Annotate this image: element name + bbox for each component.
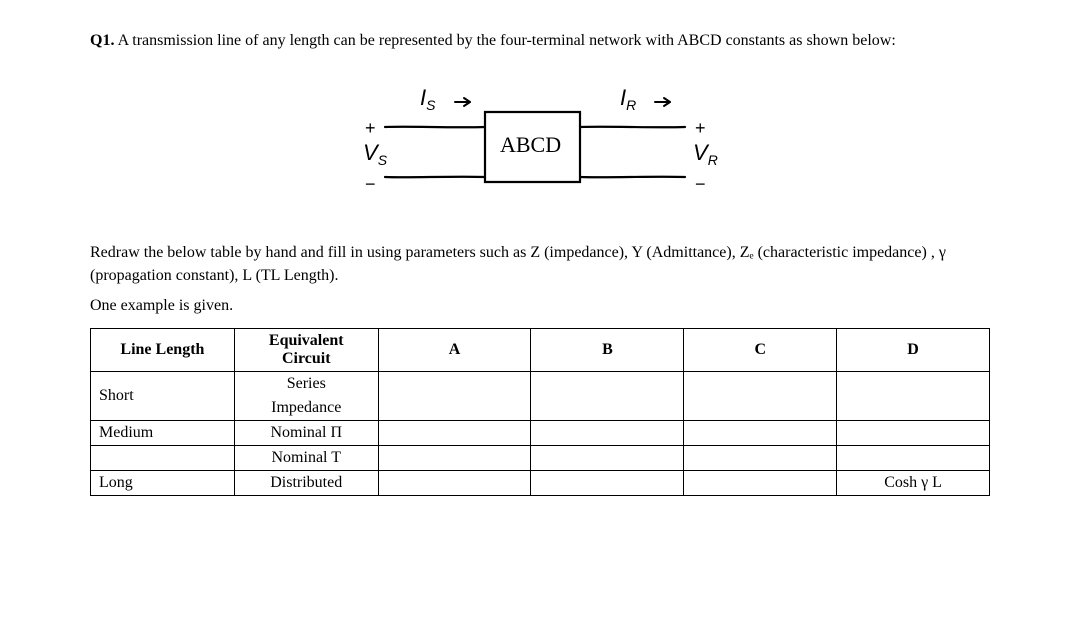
cell-circuit-series1: Series [234, 371, 378, 396]
cell-a-0 [378, 371, 531, 420]
vr-label-sub: R [708, 152, 718, 168]
question-prompt: Q1. A transmission line of any length ca… [90, 30, 990, 52]
cell-b-0 [531, 371, 684, 420]
instruction-p2: One example is given. [90, 295, 990, 317]
col-b: B [531, 328, 684, 371]
abcd-table: Line Length Equivalent Circuit A B C D S… [90, 328, 990, 496]
cell-a-2 [378, 445, 531, 470]
svg-text:IR: IR [620, 85, 636, 113]
cell-d-3: Cosh γ L [837, 470, 990, 495]
table-header-row: Line Length Equivalent Circuit A B C D [91, 328, 990, 371]
cell-length-blank [91, 445, 235, 470]
vs-minus: − [365, 174, 376, 194]
cell-circuit-t: Nominal T [234, 445, 378, 470]
cell-a-3 [378, 470, 531, 495]
col-line-length: Line Length [91, 328, 235, 371]
cell-length-long: Long [91, 470, 235, 495]
cell-circuit-dist: Distributed [234, 470, 378, 495]
col-a: A [378, 328, 531, 371]
cell-b-3 [531, 470, 684, 495]
vr-minus: − [695, 174, 706, 194]
table-row: Short Series [91, 371, 990, 396]
col-d: D [837, 328, 990, 371]
box-label: ABCD [500, 132, 561, 157]
cell-c-2 [684, 445, 837, 470]
cell-length-short: Short [91, 371, 235, 420]
instruction-p1: Redraw the below table by hand and fill … [90, 242, 990, 287]
question-body: A transmission line of any length can be… [118, 32, 896, 49]
cell-a-1 [378, 420, 531, 445]
table-row: Medium Nominal Π [91, 420, 990, 445]
cell-c-0 [684, 371, 837, 420]
question-number: Q1. [90, 32, 114, 49]
is-label-sub: S [426, 97, 436, 113]
cell-circuit-series2: Impedance [234, 396, 378, 421]
circuit-diagram: IS IR + VS − + VR − ABCD [290, 72, 790, 212]
svg-text:IS: IS [420, 85, 436, 113]
cell-d-0 [837, 371, 990, 420]
table-row: Nominal T [91, 445, 990, 470]
cell-b-1 [531, 420, 684, 445]
col-c: C [684, 328, 837, 371]
table-row: Long Distributed Cosh γ L [91, 470, 990, 495]
cell-c-3 [684, 470, 837, 495]
col-equiv-circuit: Equivalent Circuit [234, 328, 378, 371]
cell-circuit-pi: Nominal Π [234, 420, 378, 445]
vs-plus: + [365, 118, 376, 138]
cell-d-2 [837, 445, 990, 470]
cell-length-medium: Medium [91, 420, 235, 445]
cell-c-1 [684, 420, 837, 445]
vs-label-sub: S [378, 152, 388, 168]
svg-text:VR: VR [693, 140, 718, 168]
cell-b-2 [531, 445, 684, 470]
svg-text:VS: VS [363, 140, 388, 168]
vr-plus: + [695, 118, 706, 138]
ir-label-sub: R [626, 97, 636, 113]
cell-d-1 [837, 420, 990, 445]
